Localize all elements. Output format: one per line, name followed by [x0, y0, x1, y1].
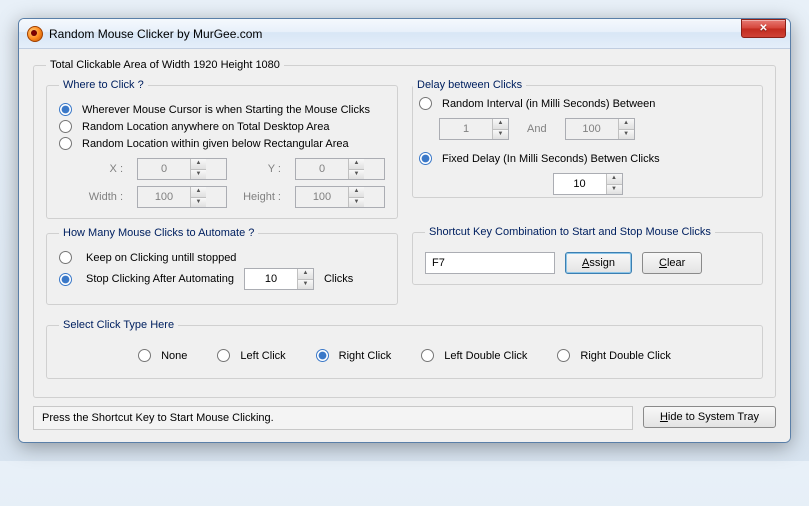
- close-button[interactable]: ✕: [741, 19, 786, 38]
- delay-group: Delay between Clicks Random Interval (in…: [412, 79, 763, 198]
- chevron-up-icon[interactable]: ▲: [298, 269, 313, 280]
- count-spinner[interactable]: ▲▼: [244, 268, 314, 290]
- label-ct-leftdbl[interactable]: Left Double Click: [444, 350, 527, 362]
- outer-legend: Total Clickable Area of Width 1920 Heigh…: [46, 59, 284, 71]
- label-where-desktop[interactable]: Random Location anywhere on Total Deskto…: [82, 121, 329, 133]
- y-label: Y :: [237, 163, 285, 175]
- w-label: Width :: [79, 191, 127, 203]
- chevron-up-icon[interactable]: ▲: [349, 159, 364, 170]
- window-title: Random Mouse Clicker by MurGee.com: [49, 27, 741, 41]
- status-bar: Press the Shortcut Key to Start Mouse Cl…: [33, 406, 633, 430]
- howmany-legend: How Many Mouse Clicks to Automate ?: [59, 227, 258, 239]
- clicktype-legend: Select Click Type Here: [59, 319, 178, 331]
- radio-where-cursor[interactable]: [59, 103, 72, 116]
- rand-from-input[interactable]: [440, 119, 492, 139]
- shortcut-legend: Shortcut Key Combination to Start and St…: [425, 226, 715, 238]
- delay-legend: Delay between Clicks: [413, 79, 526, 91]
- label-random-interval[interactable]: Random Interval (in Milli Seconds) Betwe…: [442, 98, 655, 110]
- radio-fixed-delay[interactable]: [419, 152, 432, 165]
- fixed-spinner[interactable]: ▲▼: [553, 173, 623, 195]
- radio-stop-after[interactable]: [59, 273, 72, 286]
- radio-ct-left[interactable]: [217, 349, 230, 362]
- label-ct-right[interactable]: Right Click: [339, 350, 392, 362]
- rand-to-input[interactable]: [566, 119, 618, 139]
- label-fixed-delay[interactable]: Fixed Delay (In Milli Seconds) Betwen Cl…: [442, 153, 660, 165]
- rand-to-spinner[interactable]: ▲▼: [565, 118, 635, 140]
- chevron-up-icon[interactable]: ▲: [493, 119, 508, 130]
- where-legend: Where to Click ?: [59, 79, 148, 91]
- chevron-up-icon[interactable]: ▲: [191, 159, 206, 170]
- hide-to-tray-button[interactable]: Hide to System Tray: [643, 406, 776, 428]
- shortcut-input[interactable]: [425, 252, 555, 274]
- where-group: Where to Click ? Wherever Mouse Cursor i…: [46, 79, 398, 219]
- label-where-rect[interactable]: Random Location within given below Recta…: [82, 138, 349, 150]
- assign-button[interactable]: Assign: [565, 252, 632, 274]
- label-ct-rightdbl[interactable]: Right Double Click: [580, 350, 670, 362]
- h-label: Height :: [237, 191, 285, 203]
- clicks-label: Clicks: [324, 273, 353, 285]
- radio-where-desktop[interactable]: [59, 120, 72, 133]
- x-spinner[interactable]: ▲▼: [137, 158, 227, 180]
- clear-button[interactable]: Clear: [642, 252, 702, 274]
- label-ct-none[interactable]: None: [161, 350, 187, 362]
- content-area: Total Clickable Area of Width 1920 Heigh…: [19, 49, 790, 442]
- shortcut-group: Shortcut Key Combination to Start and St…: [412, 226, 763, 285]
- w-input[interactable]: [138, 187, 190, 207]
- chevron-down-icon[interactable]: ▼: [349, 170, 364, 180]
- count-input[interactable]: [245, 269, 297, 289]
- label-keep-clicking[interactable]: Keep on Clicking untill stopped: [86, 252, 236, 264]
- app-window: Random Mouse Clicker by MurGee.com ✕ Tot…: [18, 18, 791, 443]
- chevron-up-icon[interactable]: ▲: [191, 187, 206, 198]
- radio-ct-leftdbl[interactable]: [421, 349, 434, 362]
- label-where-cursor[interactable]: Wherever Mouse Cursor is when Starting t…: [82, 104, 370, 116]
- x-label: X :: [79, 163, 127, 175]
- y-spinner[interactable]: ▲▼: [295, 158, 385, 180]
- label-ct-left[interactable]: Left Click: [240, 350, 285, 362]
- chevron-up-icon[interactable]: ▲: [619, 119, 634, 130]
- chevron-down-icon[interactable]: ▼: [191, 170, 206, 180]
- label-stop-after[interactable]: Stop Clicking After Automating: [86, 273, 234, 285]
- chevron-down-icon[interactable]: ▼: [298, 280, 313, 290]
- clicktype-group: Select Click Type Here None Left Click R…: [46, 319, 763, 379]
- radio-ct-right[interactable]: [316, 349, 329, 362]
- radio-ct-none[interactable]: [138, 349, 151, 362]
- chevron-up-icon[interactable]: ▲: [607, 174, 622, 185]
- y-input[interactable]: [296, 159, 348, 179]
- fixed-input[interactable]: [554, 174, 606, 194]
- h-input[interactable]: [296, 187, 348, 207]
- howmany-group: How Many Mouse Clicks to Automate ? Keep…: [46, 227, 398, 305]
- chevron-down-icon[interactable]: ▼: [619, 130, 634, 140]
- w-spinner[interactable]: ▲▼: [137, 186, 227, 208]
- outer-group: Total Clickable Area of Width 1920 Heigh…: [33, 59, 776, 398]
- chevron-down-icon[interactable]: ▼: [349, 198, 364, 208]
- app-icon: [27, 26, 43, 42]
- chevron-up-icon[interactable]: ▲: [349, 187, 364, 198]
- chevron-down-icon[interactable]: ▼: [607, 185, 622, 195]
- radio-random-interval[interactable]: [419, 97, 432, 110]
- x-input[interactable]: [138, 159, 190, 179]
- rand-from-spinner[interactable]: ▲▼: [439, 118, 509, 140]
- radio-keep-clicking[interactable]: [59, 251, 72, 264]
- chevron-down-icon[interactable]: ▼: [493, 130, 508, 140]
- radio-ct-rightdbl[interactable]: [557, 349, 570, 362]
- h-spinner[interactable]: ▲▼: [295, 186, 385, 208]
- chevron-down-icon[interactable]: ▼: [191, 198, 206, 208]
- and-label: And: [527, 123, 547, 135]
- close-icon: ✕: [759, 23, 767, 34]
- titlebar[interactable]: Random Mouse Clicker by MurGee.com ✕: [19, 19, 790, 49]
- radio-where-rect[interactable]: [59, 137, 72, 150]
